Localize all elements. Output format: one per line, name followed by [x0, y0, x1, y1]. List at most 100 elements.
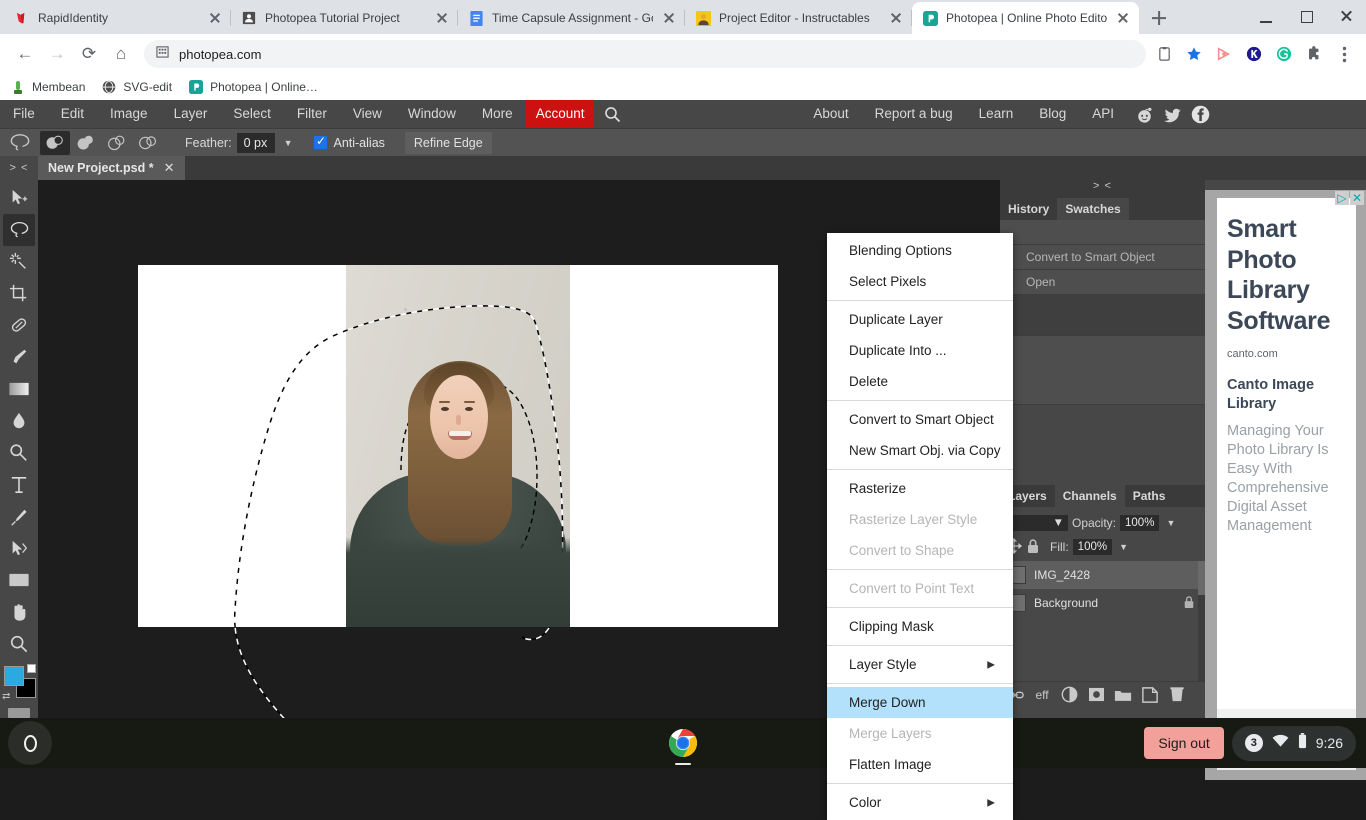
close-window-button[interactable] [1326, 0, 1366, 32]
forward-button[interactable]: → [42, 39, 72, 69]
default-colors-icon[interactable] [27, 664, 36, 673]
layer-row-img2428[interactable]: IMG_2428 [1000, 561, 1205, 589]
fill-value[interactable]: 100% [1073, 539, 1112, 555]
close-icon[interactable] [1115, 10, 1131, 26]
lasso-tool-icon[interactable] [6, 131, 34, 155]
path-select-tool[interactable] [3, 533, 35, 565]
layer-menu-dropdown[interactable]: Blending Options Select Pixels Duplicate… [827, 233, 1013, 820]
menu-item-convert-to-smart-object[interactable]: Convert to Smart Object [827, 404, 1013, 435]
menu-item-clipping-mask[interactable]: Clipping Mask [827, 611, 1013, 642]
launcher-icon[interactable] [8, 721, 52, 765]
selection-mode-subtract[interactable] [102, 131, 132, 155]
home-button[interactable]: ⌂ [106, 39, 136, 69]
delete-layer-icon[interactable] [1168, 686, 1186, 704]
history-row[interactable]: Open [1000, 270, 1205, 295]
document-tab-new-project[interactable]: New Project.psd * ✕ [38, 156, 185, 180]
bookmark-photopea[interactable]: Photopea | Online… [188, 79, 318, 95]
menu-item-new-smart-obj-via-copy[interactable]: New Smart Obj. via Copy [827, 435, 1013, 466]
lasso-tool[interactable] [3, 214, 35, 246]
panel-content-area[interactable] [1000, 335, 1205, 405]
menu-report-bug[interactable]: Report a bug [862, 100, 966, 128]
menu-select[interactable]: Select [220, 100, 284, 128]
refine-edge-button[interactable]: Refine Edge [405, 132, 492, 154]
pen-tool[interactable] [3, 501, 35, 533]
menu-file[interactable]: File [0, 100, 48, 128]
quick-mask-icon[interactable] [8, 708, 30, 718]
tab-channels[interactable]: Channels [1055, 485, 1125, 507]
tab-history[interactable]: History [1000, 198, 1057, 220]
menu-edit[interactable]: Edit [48, 100, 97, 128]
shape-tool[interactable] [3, 565, 35, 597]
menu-more[interactable]: More [469, 100, 526, 128]
sign-out-button[interactable]: Sign out [1144, 727, 1223, 759]
battery-icon[interactable] [1298, 733, 1307, 754]
maximize-button[interactable] [1286, 0, 1326, 32]
account-button[interactable]: Account [526, 100, 595, 128]
browser-tab-time-capsule[interactable]: Time Capsule Assignment - Goo [458, 2, 685, 34]
menu-layer[interactable]: Layer [161, 100, 221, 128]
chevron-down-icon[interactable]: ▼ [1119, 542, 1128, 552]
feather-input[interactable]: 0 px [237, 133, 275, 153]
menu-blog[interactable]: Blog [1026, 100, 1079, 128]
back-button[interactable]: ← [10, 39, 40, 69]
menu-item-rasterize[interactable]: Rasterize [827, 473, 1013, 504]
ad-creative[interactable]: Smart Photo Library Software canto.com C… [1217, 198, 1356, 770]
extension-kami-icon[interactable] [1244, 44, 1264, 64]
close-icon[interactable]: ✕ [164, 160, 175, 176]
layer-effects-icon[interactable]: eff [1033, 686, 1051, 704]
layer-row-background[interactable]: Background [1000, 589, 1205, 617]
browser-tab-photopea-active[interactable]: Photopea | Online Photo Editor [912, 2, 1139, 34]
tab-swatches[interactable]: Swatches [1057, 198, 1128, 220]
menu-view[interactable]: View [340, 100, 395, 128]
type-tool[interactable] [3, 469, 35, 501]
bookmark-membean[interactable]: Membean [10, 79, 85, 95]
menu-item-delete[interactable]: Delete [827, 366, 1013, 397]
new-tab-button[interactable] [1145, 4, 1173, 32]
menu-window[interactable]: Window [395, 100, 469, 128]
swap-colors-icon[interactable]: ⇄ [2, 691, 10, 702]
menu-item-merge-down[interactable]: Merge Down [827, 687, 1013, 718]
blend-mode-select[interactable]: ▼ [1006, 515, 1068, 531]
clock[interactable]: 9:26 [1316, 735, 1343, 751]
close-icon[interactable] [207, 10, 223, 26]
extension-grammarly-icon[interactable] [1274, 44, 1294, 64]
menu-filter[interactable]: Filter [284, 100, 340, 128]
blur-tool[interactable] [3, 405, 35, 437]
history-row[interactable]: Convert to Smart Object [1000, 245, 1205, 270]
search-icon[interactable] [594, 106, 631, 123]
browser-menu-icon[interactable] [1334, 44, 1354, 64]
bookmark-star-icon[interactable] [1184, 44, 1204, 64]
lock-icon[interactable] [1026, 538, 1040, 557]
close-icon[interactable]: ✕ [1350, 191, 1364, 205]
zoom-tool[interactable] [3, 628, 35, 660]
browser-tab-rapididentity[interactable]: RapidIdentity [4, 2, 231, 34]
reddit-icon[interactable] [1135, 105, 1154, 124]
selection-mode-add[interactable] [71, 131, 101, 155]
menu-item-duplicate-into[interactable]: Duplicate Into ... [827, 335, 1013, 366]
collapse-panels-handle[interactable]: > < [1000, 180, 1205, 198]
extension-pink-icon[interactable] [1214, 44, 1234, 64]
menu-item-layer-style[interactable]: Layer Style ▶ [827, 649, 1013, 680]
chrome-icon[interactable] [668, 728, 698, 758]
extensions-puzzle-icon[interactable] [1304, 44, 1324, 64]
gradient-tool[interactable] [3, 373, 35, 405]
chevron-down-icon[interactable]: ▼ [1166, 518, 1175, 528]
new-layer-icon[interactable] [1141, 686, 1159, 704]
bookmark-svg-edit[interactable]: SVG-edit [101, 79, 172, 95]
move-tool[interactable] [3, 182, 35, 214]
status-tray[interactable]: 3 9:26 [1232, 726, 1356, 761]
menu-item-duplicate-layer[interactable]: Duplicate Layer [827, 304, 1013, 335]
history-row[interactable] [1000, 220, 1205, 245]
magic-wand-tool[interactable] [3, 246, 35, 278]
menu-learn[interactable]: Learn [966, 100, 1027, 128]
hand-tool[interactable] [3, 596, 35, 628]
close-icon[interactable] [434, 10, 450, 26]
new-group-icon[interactable] [1114, 686, 1132, 704]
menu-image[interactable]: Image [97, 100, 161, 128]
spot-healing-tool[interactable] [3, 310, 35, 342]
selection-mode-new[interactable] [40, 131, 70, 155]
menu-api[interactable]: API [1079, 100, 1127, 128]
brush-tool[interactable] [3, 341, 35, 373]
minimize-button[interactable] [1246, 0, 1286, 32]
notification-count-badge[interactable]: 3 [1245, 734, 1263, 752]
